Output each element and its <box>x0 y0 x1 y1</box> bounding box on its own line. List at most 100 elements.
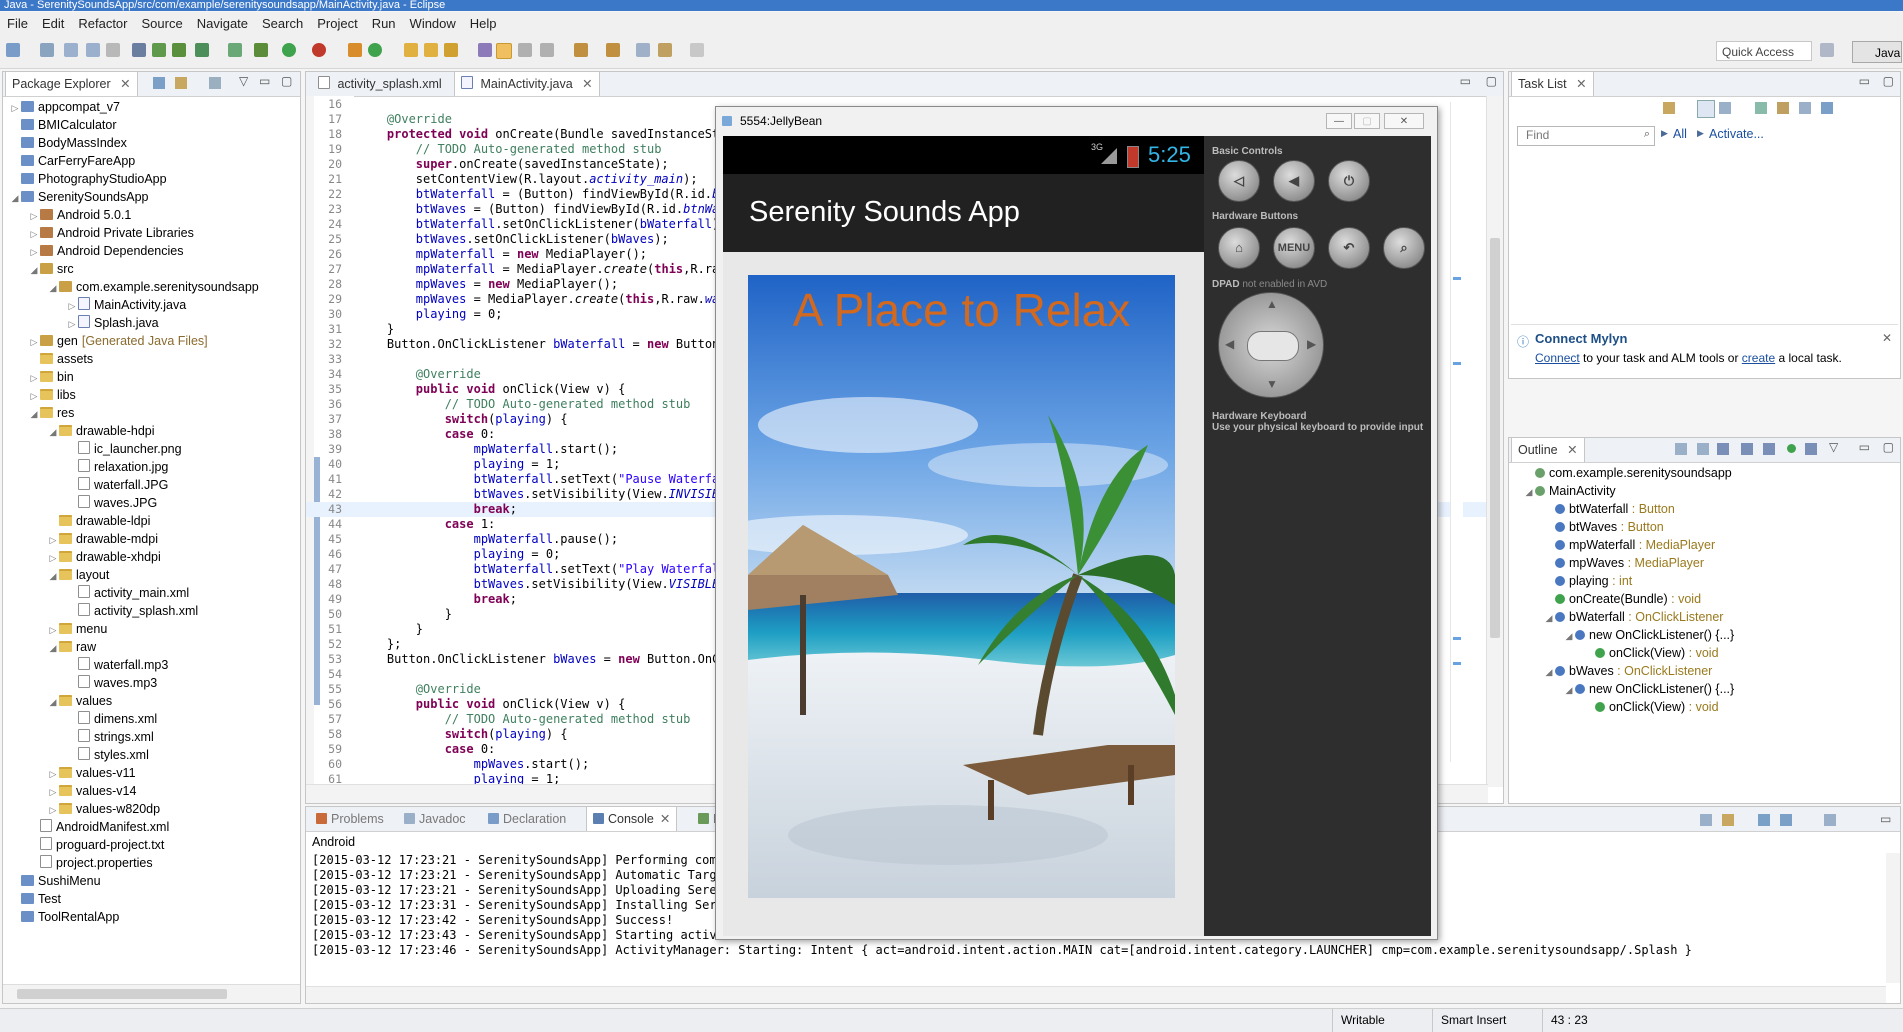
sort-icon[interactable] <box>1697 443 1709 455</box>
create-link[interactable]: create <box>1742 351 1775 365</box>
scheduled-icon[interactable] <box>1719 102 1731 114</box>
new-class-icon[interactable] <box>368 43 382 57</box>
clear-console-icon[interactable] <box>1700 814 1712 826</box>
new-task-icon[interactable] <box>1663 102 1675 114</box>
outline-item[interactable]: onClick(View) : void <box>1583 698 1719 716</box>
public-icon[interactable] <box>1787 444 1796 453</box>
maximize-icon[interactable]: ▢ <box>1486 74 1497 88</box>
minimize-icon[interactable]: ▭ <box>1460 74 1471 88</box>
highlight-occurrences-icon[interactable] <box>496 43 512 59</box>
tree-item[interactable]: BMICalculator <box>3 116 117 134</box>
maximize-icon[interactable]: ▢ <box>281 74 292 88</box>
tree-item[interactable]: dimens.xml <box>3 710 157 728</box>
expand-icon[interactable]: ▷ <box>66 297 78 315</box>
emulator-title-bar[interactable]: 5554:JellyBean — ▢ ✕ <box>716 107 1437 135</box>
tree-item[interactable]: ▷ appcompat_v7 <box>3 98 120 116</box>
save-icon[interactable] <box>64 43 78 57</box>
collapse-icon[interactable]: ◢ <box>47 639 59 657</box>
external-tools-icon[interactable] <box>312 43 326 57</box>
tree-item[interactable]: BodyMassIndex <box>3 134 127 152</box>
collapse-icon[interactable]: ◢ <box>1543 609 1555 627</box>
collapse-icon[interactable]: ◢ <box>47 423 59 441</box>
maximize-icon[interactable]: ▢ <box>1883 440 1894 454</box>
dpad-center[interactable] <box>1247 331 1299 361</box>
expand-icon[interactable]: ▷ <box>28 207 40 225</box>
tree-item[interactable]: PhotographyStudioApp <box>3 170 167 188</box>
tree-item[interactable]: ▷ Android 5.0.1 <box>3 206 132 225</box>
tree-item[interactable]: ▷ libs <box>3 386 76 404</box>
tree-item[interactable]: ◢ res <box>3 404 75 423</box>
collapse-icon[interactable]: ◢ <box>28 405 40 423</box>
search-icon[interactable]: ⌕ <box>1383 227 1425 269</box>
device-screen[interactable]: 3G 5:25 Serenity Sounds App A Place to R… <box>723 136 1204 936</box>
avd-manager-icon[interactable] <box>172 43 186 57</box>
tree-item[interactable]: ◢ drawable-hdpi <box>3 422 155 440</box>
maximize-icon[interactable]: ▢ <box>1883 74 1894 88</box>
menu-source[interactable]: Source <box>135 16 190 31</box>
collapse-icon[interactable]: ◢ <box>47 693 59 711</box>
all-link[interactable]: All <box>1673 127 1687 141</box>
dpad-left-icon[interactable]: ◀ <box>1225 337 1234 351</box>
menu-refactor[interactable]: Refactor <box>71 16 134 31</box>
tab-declaration[interactable]: Declaration <box>482 807 572 831</box>
menu-edit[interactable]: Edit <box>35 16 71 31</box>
sdk-manager-icon[interactable] <box>132 43 146 57</box>
open-console-icon[interactable] <box>1824 814 1836 826</box>
tree-item[interactable]: relaxation.jpg <box>3 458 168 476</box>
tree-item[interactable]: waves.mp3 <box>3 674 157 692</box>
task-find-input[interactable]: Find ⌕ <box>1517 126 1655 146</box>
java-perspective-button[interactable]: Java <box>1852 41 1902 63</box>
tree-item[interactable]: ◢ layout <box>3 566 110 585</box>
save-all-icon[interactable] <box>86 43 100 57</box>
tab-console[interactable]: Console ✕ <box>586 807 678 831</box>
run-icon[interactable] <box>282 43 296 57</box>
search-icon[interactable] <box>444 43 458 57</box>
tree-item[interactable]: waterfall.mp3 <box>3 656 168 674</box>
tab-problems[interactable]: Problems <box>310 807 390 831</box>
sync-icon[interactable] <box>1821 102 1833 114</box>
vertical-scrollbar[interactable] <box>1486 96 1503 787</box>
tree-item[interactable]: activity_splash.xml <box>3 602 198 620</box>
debug-icon[interactable] <box>254 43 268 57</box>
tree-item[interactable]: ▷ bin <box>3 368 74 386</box>
collapse-icon[interactable]: ◢ <box>47 567 59 585</box>
collapse-icon[interactable]: ◢ <box>28 261 40 279</box>
outline-item[interactable]: btWaterfall : Button <box>1543 500 1675 518</box>
menu-run[interactable]: Run <box>365 16 403 31</box>
back-icon[interactable]: ↶ <box>1328 227 1370 269</box>
show-whitespace-icon[interactable] <box>518 43 532 57</box>
outline-item[interactable]: mpWaterfall : MediaPlayer <box>1543 536 1715 554</box>
expand-icon[interactable]: ▷ <box>47 765 59 783</box>
tree-item[interactable]: ▷ drawable-xhdpi <box>3 548 161 566</box>
tree-item[interactable]: ▷ gen [Generated Java Files] <box>3 332 208 350</box>
collapse-icon[interactable]: ◢ <box>9 189 21 207</box>
outline-item[interactable]: playing : int <box>1543 572 1632 590</box>
tree-item[interactable]: ic_launcher.png <box>3 440 182 458</box>
tree-item[interactable]: activity_main.xml <box>3 584 189 602</box>
outline-item[interactable]: onCreate(Bundle) : void <box>1543 590 1701 608</box>
tree-item[interactable]: Test <box>3 890 61 908</box>
hide-static-icon[interactable] <box>1741 443 1753 455</box>
android-icon[interactable] <box>152 43 166 57</box>
minimize-button[interactable]: — <box>1326 113 1352 129</box>
menu-navigate[interactable]: Navigate <box>190 16 255 31</box>
tree-item[interactable]: ▷ Splash.java <box>3 314 159 332</box>
outline-item[interactable]: mpWaves : MediaPlayer <box>1543 554 1704 572</box>
open-perspective-icon[interactable] <box>1820 43 1834 57</box>
menu-search[interactable]: Search <box>255 16 310 31</box>
outline-item[interactable]: com.example.serenitysoundsapp <box>1523 464 1732 482</box>
expand-icon[interactable]: ▷ <box>28 243 40 261</box>
tree-item[interactable]: ToolRentalApp <box>3 908 119 926</box>
tree-item[interactable]: ▷ values-w820dp <box>3 800 161 818</box>
close-icon[interactable]: ✕ <box>660 812 670 826</box>
minimize-icon[interactable]: ▭ <box>1859 440 1870 454</box>
collapse-icon[interactable]: ◢ <box>1563 627 1575 645</box>
outline-item[interactable]: btWaves : Button <box>1543 518 1664 536</box>
tree-item[interactable]: ◢ SerenitySoundsApp <box>3 188 149 206</box>
minimize-icon[interactable]: ▭ <box>1880 812 1891 826</box>
print-icon[interactable] <box>106 43 120 57</box>
hide-completed-icon[interactable] <box>1755 102 1767 114</box>
tree-item[interactable]: styles.xml <box>3 746 149 764</box>
close-icon[interactable]: ✕ <box>120 77 130 91</box>
collapse-icon[interactable]: ◢ <box>1523 483 1535 501</box>
